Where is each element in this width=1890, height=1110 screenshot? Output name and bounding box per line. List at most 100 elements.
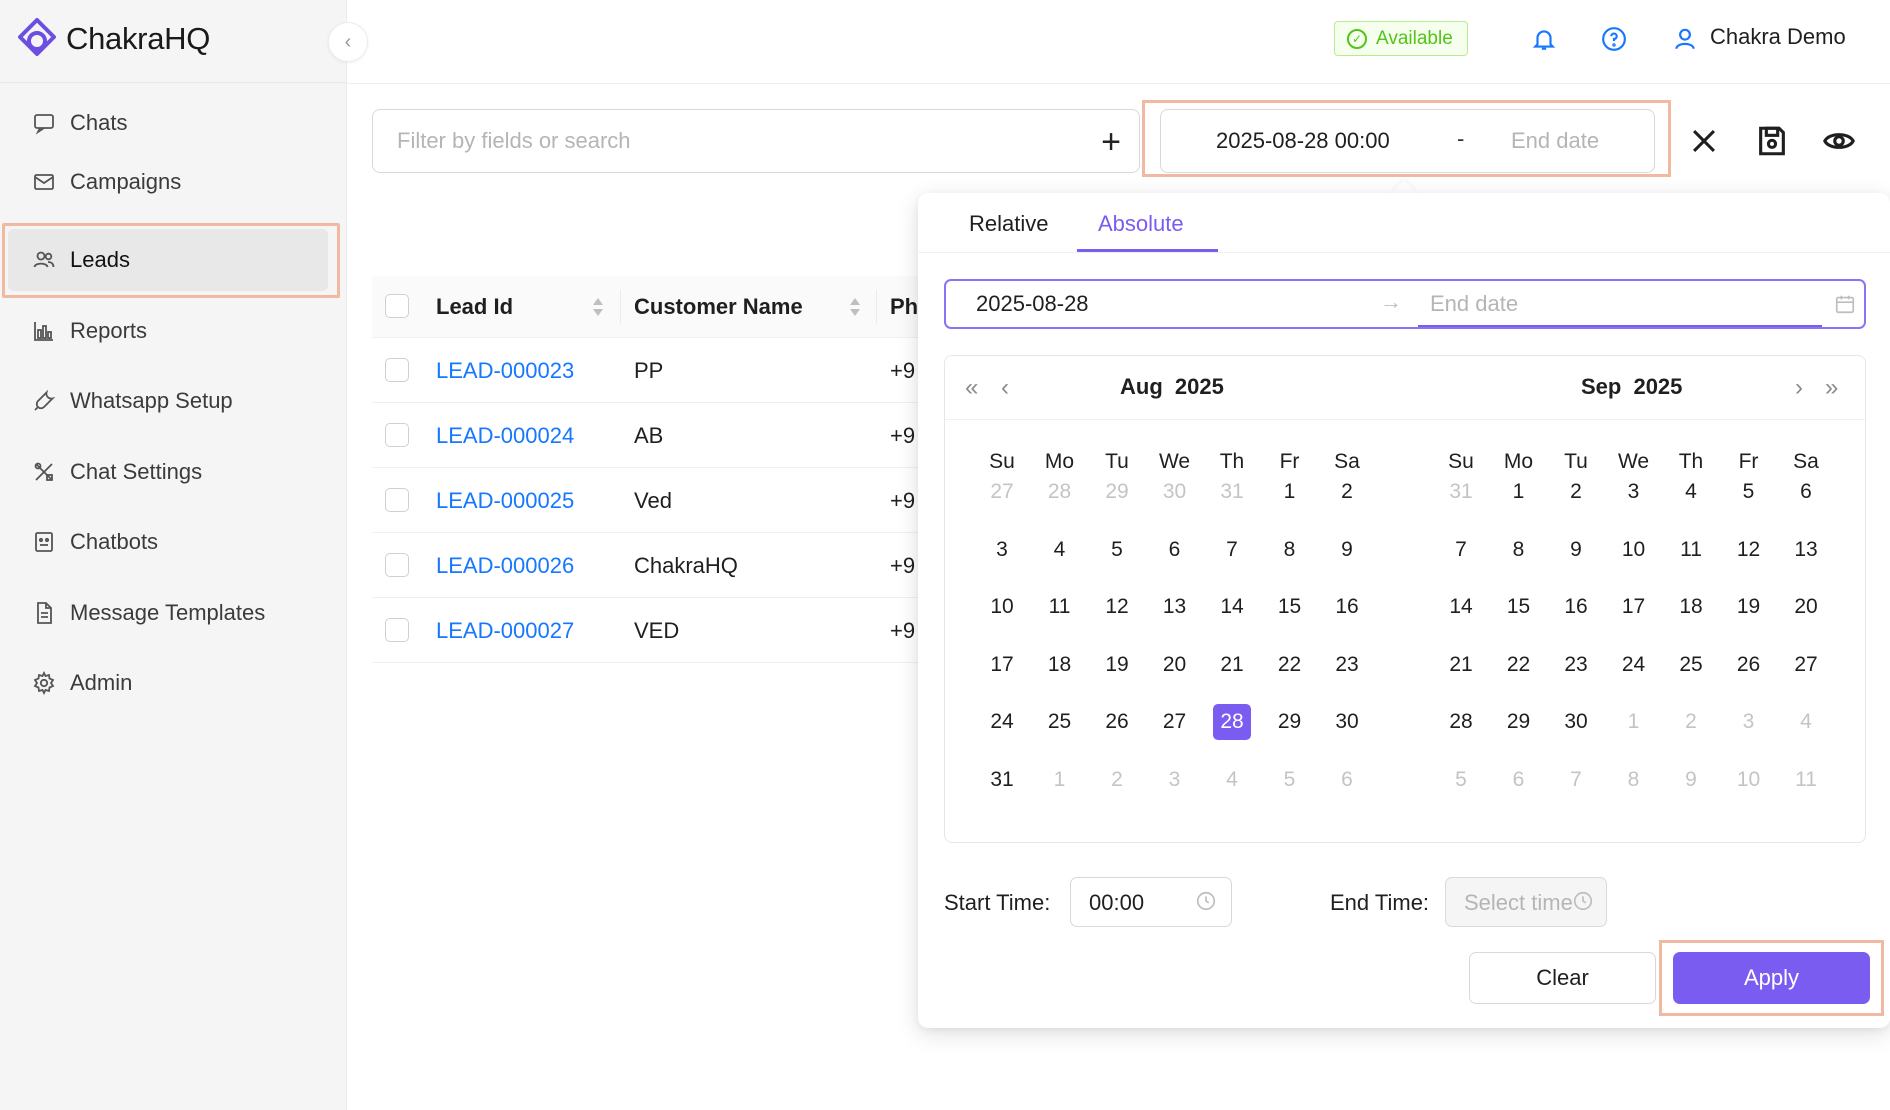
user-avatar[interactable]: [1670, 24, 1700, 54]
calendar-day[interactable]: 9: [1548, 532, 1604, 568]
row-checkbox[interactable]: [385, 423, 409, 447]
calendar-day[interactable]: 20: [1778, 589, 1834, 625]
table-row[interactable]: LEAD-000023 PP +9: [372, 338, 932, 403]
calendar-day[interactable]: 3: [1606, 474, 1662, 510]
sidebar-item-chatbots[interactable]: Chatbots: [8, 511, 328, 573]
calendar-day[interactable]: 10: [1721, 762, 1777, 798]
calendar-day[interactable]: 26: [1089, 704, 1145, 740]
calendar-day[interactable]: 6: [1319, 762, 1375, 798]
tab-absolute[interactable]: Absolute: [1098, 211, 1184, 237]
date-range-input[interactable]: 2025-08-28 00:00 - End date: [1160, 109, 1655, 173]
table-row[interactable]: LEAD-000027 VED +9: [372, 598, 932, 663]
next-year-button[interactable]: »: [1825, 374, 1838, 402]
calendar-day[interactable]: 5: [1089, 532, 1145, 568]
calendar-day[interactable]: 1: [1262, 474, 1318, 510]
row-checkbox[interactable]: [385, 488, 409, 512]
prev-month-button[interactable]: ‹: [1001, 374, 1009, 402]
start-time-input[interactable]: 00:00: [1070, 877, 1232, 927]
column-header-phone[interactable]: Ph: [890, 294, 918, 320]
calendar-day[interactable]: 24: [974, 704, 1030, 740]
toggle-visibility-button[interactable]: [1820, 122, 1858, 160]
sidebar-item-admin[interactable]: Admin: [8, 652, 328, 714]
start-date-input[interactable]: 2025-08-28: [976, 291, 1089, 317]
collapse-sidebar-button[interactable]: ‹: [328, 22, 368, 62]
calendar-day[interactable]: 15: [1491, 589, 1547, 625]
user-name[interactable]: Chakra Demo: [1710, 24, 1846, 50]
row-checkbox[interactable]: [385, 553, 409, 577]
calendar-day[interactable]: 9: [1319, 532, 1375, 568]
tab-relative[interactable]: Relative: [969, 211, 1048, 237]
calendar-day[interactable]: 11: [1032, 589, 1088, 625]
calendar-day[interactable]: 31: [1204, 474, 1260, 510]
calendar-day[interactable]: 16: [1319, 589, 1375, 625]
calendar-day[interactable]: 2: [1319, 474, 1375, 510]
row-checkbox[interactable]: [385, 618, 409, 642]
calendar-day[interactable]: 10: [974, 589, 1030, 625]
calendar-day[interactable]: 3: [974, 532, 1030, 568]
calendar-day[interactable]: 5: [1721, 474, 1777, 510]
select-all-checkbox[interactable]: [385, 294, 409, 318]
calendar-day[interactable]: 6: [1778, 474, 1834, 510]
row-checkbox[interactable]: [385, 358, 409, 382]
calendar-day[interactable]: 20: [1147, 647, 1203, 683]
calendar-day[interactable]: 28: [1032, 474, 1088, 510]
calendar-day[interactable]: 27: [1147, 704, 1203, 740]
calendar-day[interactable]: 12: [1721, 532, 1777, 568]
calendar-day[interactable]: 30: [1147, 474, 1203, 510]
end-date-input[interactable]: End date: [1430, 291, 1518, 317]
status-badge[interactable]: ✓ Available: [1334, 21, 1468, 56]
range-start-value[interactable]: 2025-08-28 00:00: [1216, 128, 1390, 154]
clear-filters-button[interactable]: [1685, 122, 1723, 160]
calendar-day[interactable]: 7: [1433, 532, 1489, 568]
clear-button[interactable]: Clear: [1469, 952, 1656, 1004]
column-header-customer-name[interactable]: Customer Name: [634, 294, 803, 320]
add-filter-button[interactable]: +: [1093, 123, 1129, 161]
calendar-day[interactable]: 29: [1089, 474, 1145, 510]
calendar-day[interactable]: 21: [1433, 647, 1489, 683]
sidebar-item-whatsapp-setup[interactable]: Whatsapp Setup: [8, 370, 328, 432]
calendar-day[interactable]: 27: [1778, 647, 1834, 683]
calendar-day[interactable]: 18: [1663, 589, 1719, 625]
calendar-day[interactable]: 27: [974, 474, 1030, 510]
calendar-day[interactable]: 30: [1319, 704, 1375, 740]
calendar-day-selected[interactable]: 28: [1204, 704, 1260, 740]
calendar-day[interactable]: 23: [1548, 647, 1604, 683]
calendar-day[interactable]: 22: [1491, 647, 1547, 683]
lead-id-link[interactable]: LEAD-000023: [436, 358, 574, 384]
calendar-day[interactable]: 8: [1491, 532, 1547, 568]
calendar-day[interactable]: 11: [1778, 762, 1834, 798]
right-month-title[interactable]: Sep 2025: [1581, 374, 1682, 400]
save-filter-button[interactable]: [1753, 122, 1791, 160]
calendar-day[interactable]: 5: [1433, 762, 1489, 798]
calendar-day[interactable]: 10: [1606, 532, 1662, 568]
calendar-day[interactable]: 2: [1663, 704, 1719, 740]
calendar-day[interactable]: 4: [1663, 474, 1719, 510]
table-row[interactable]: LEAD-000026 ChakraHQ +9: [372, 533, 932, 598]
calendar-day[interactable]: 29: [1262, 704, 1318, 740]
calendar-day[interactable]: 16: [1548, 589, 1604, 625]
notifications-button[interactable]: [1529, 24, 1559, 54]
calendar-day[interactable]: 9: [1663, 762, 1719, 798]
sidebar-item-leads[interactable]: Leads: [8, 229, 328, 291]
calendar-day[interactable]: 31: [1433, 474, 1489, 510]
lead-id-link[interactable]: LEAD-000026: [436, 553, 574, 579]
calendar-day[interactable]: 14: [1204, 589, 1260, 625]
calendar-day[interactable]: 8: [1606, 762, 1662, 798]
end-time-input[interactable]: Select time: [1445, 877, 1607, 927]
calendar-day[interactable]: 25: [1663, 647, 1719, 683]
calendar-day[interactable]: 2: [1548, 474, 1604, 510]
sidebar-item-campaigns[interactable]: Campaigns: [8, 151, 328, 213]
lead-id-link[interactable]: LEAD-000025: [436, 488, 574, 514]
calendar-day[interactable]: 1: [1606, 704, 1662, 740]
calendar-day[interactable]: 14: [1433, 589, 1489, 625]
calendar-day[interactable]: 28: [1433, 704, 1489, 740]
calendar-day[interactable]: 3: [1721, 704, 1777, 740]
calendar-day[interactable]: 11: [1663, 532, 1719, 568]
filter-search-input[interactable]: [397, 128, 1037, 154]
calendar-day[interactable]: 15: [1262, 589, 1318, 625]
prev-year-button[interactable]: «: [965, 374, 978, 402]
calendar-day[interactable]: 1: [1032, 762, 1088, 798]
calendar-day[interactable]: 29: [1491, 704, 1547, 740]
calendar-day[interactable]: 13: [1147, 589, 1203, 625]
calendar-day[interactable]: 6: [1147, 532, 1203, 568]
